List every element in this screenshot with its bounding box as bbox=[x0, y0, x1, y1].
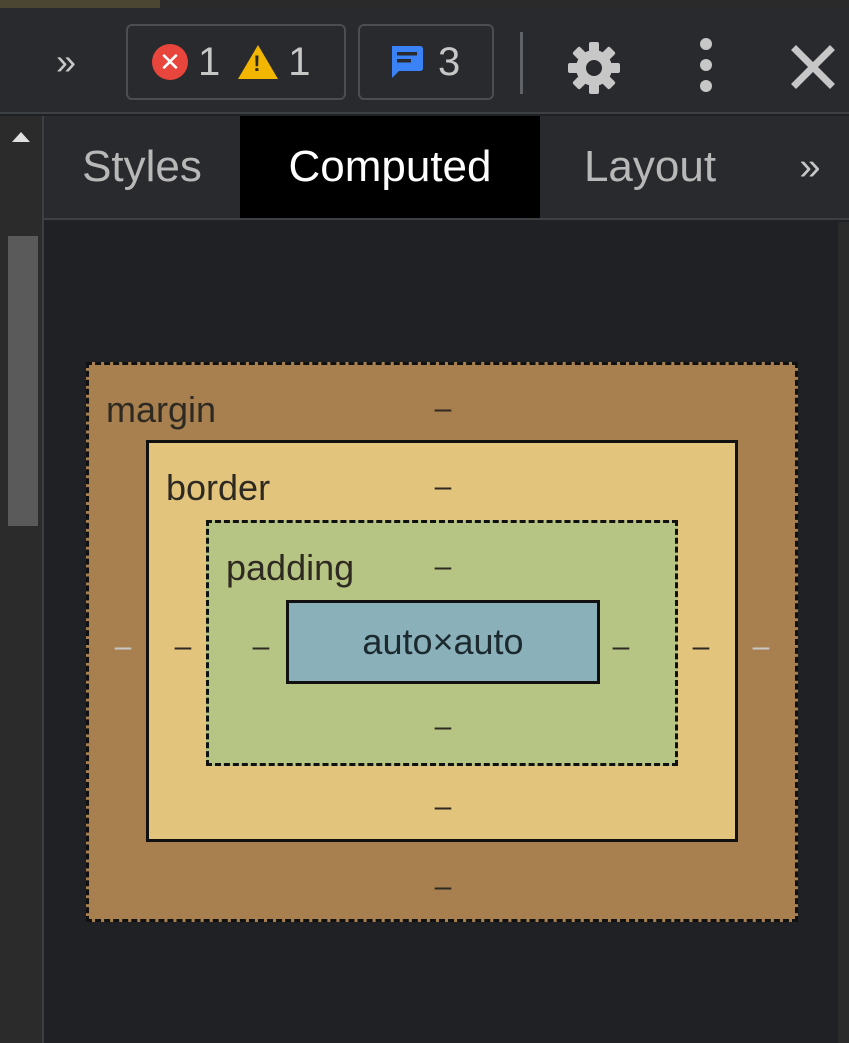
messages-counter-button[interactable]: 3 bbox=[358, 24, 494, 100]
warning-glyph: ! bbox=[253, 51, 261, 76]
top-edge-strip bbox=[0, 0, 160, 8]
padding-top-value[interactable]: – bbox=[428, 552, 458, 582]
warning-icon: ! bbox=[238, 45, 279, 79]
padding-label: padding bbox=[226, 547, 355, 588]
border-top-value[interactable]: – bbox=[428, 472, 458, 502]
vertical-scrollbar[interactable] bbox=[0, 116, 44, 1043]
error-count: 1 bbox=[198, 40, 221, 84]
more-tabs-chevron-icon[interactable]: » bbox=[780, 116, 840, 218]
border-label: border bbox=[166, 467, 271, 508]
tab-styles[interactable]: Styles bbox=[44, 116, 240, 218]
close-icon[interactable] bbox=[788, 42, 838, 92]
gear-icon[interactable] bbox=[566, 40, 622, 96]
message-icon bbox=[392, 46, 423, 78]
top-edge-strip-dark bbox=[160, 0, 849, 8]
position-left-value[interactable]: – bbox=[108, 632, 138, 662]
margin-bottom-value[interactable]: – bbox=[428, 872, 458, 902]
scrollbar-thumb[interactable] bbox=[8, 236, 38, 526]
border-left-value[interactable]: – bbox=[246, 632, 276, 662]
content-size[interactable]: auto×auto bbox=[286, 600, 600, 684]
error-icon: ✕ bbox=[152, 44, 188, 80]
sidebar-tabs: Styles Computed Layout » bbox=[44, 116, 849, 220]
toolbar-divider bbox=[520, 32, 523, 94]
devtools-panel: » ✕ 1 ! 1 3 Styles Computed Layout » mar… bbox=[0, 0, 849, 1043]
tab-computed[interactable]: Computed bbox=[240, 116, 540, 218]
position-right-value[interactable]: – bbox=[746, 632, 776, 662]
devtools-toolbar: » ✕ 1 ! 1 3 bbox=[0, 8, 849, 114]
message-count: 3 bbox=[438, 40, 461, 84]
more-options-icon[interactable] bbox=[692, 38, 720, 98]
margin-top-value[interactable]: – bbox=[428, 394, 458, 424]
scroll-up-icon[interactable] bbox=[12, 132, 30, 142]
right-scrollbar-track bbox=[838, 222, 849, 1043]
tab-layout[interactable]: Layout bbox=[544, 116, 756, 218]
margin-label: margin bbox=[106, 389, 217, 430]
margin-left-value[interactable]: – bbox=[168, 632, 198, 662]
warning-count: 1 bbox=[288, 40, 311, 84]
more-tabs-icon[interactable]: » bbox=[44, 40, 88, 84]
border-bottom-value[interactable]: – bbox=[428, 792, 458, 822]
issues-counter-button[interactable]: ✕ 1 ! 1 bbox=[126, 24, 346, 100]
margin-right-value[interactable]: – bbox=[686, 632, 716, 662]
padding-bottom-value[interactable]: – bbox=[428, 712, 458, 742]
border-right-value[interactable]: – bbox=[606, 632, 636, 662]
